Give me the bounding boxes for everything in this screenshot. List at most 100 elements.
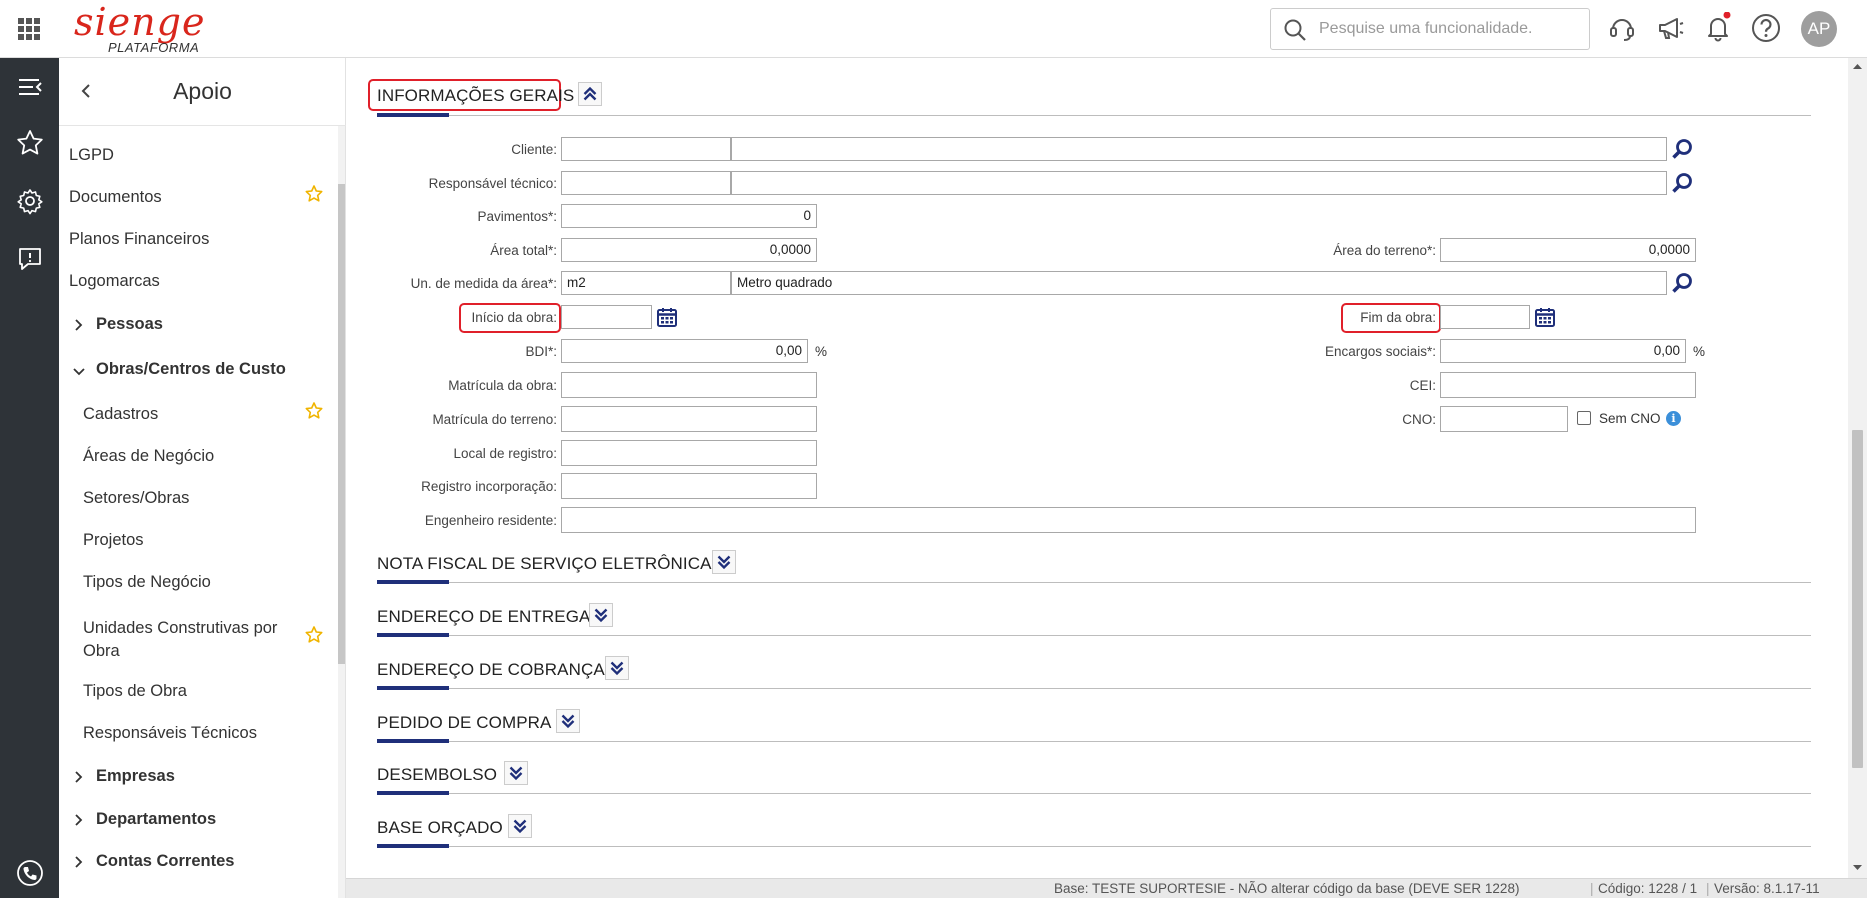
menu-item-unidades-construtivas[interactable]: Unidades Construtivas por Obra: [83, 617, 293, 663]
info-icon[interactable]: i: [1666, 411, 1681, 426]
cei-input[interactable]: [1440, 372, 1696, 398]
main-scroll-thumb[interactable]: [1852, 430, 1863, 768]
section-divider: [377, 793, 1811, 794]
local-registro-input[interactable]: [561, 440, 817, 466]
top-header: sienge PLATAFORMA AP: [0, 0, 1867, 58]
lookup-magnifier-icon[interactable]: [1670, 271, 1694, 295]
section-accent-bar: [377, 633, 449, 637]
encargos-unit: %: [1693, 344, 1706, 359]
notification-bell-icon[interactable]: [1702, 12, 1734, 44]
chevron-right-icon[interactable]: [73, 770, 85, 784]
chevron-right-icon[interactable]: [73, 855, 85, 869]
feedback-message-icon[interactable]: [15, 244, 45, 274]
menu-item-setores-obras[interactable]: Setores/Obras: [83, 489, 189, 508]
menu-group-pessoas[interactable]: Pessoas: [96, 315, 163, 334]
settings-gear-icon[interactable]: [15, 186, 45, 216]
expand-section-icon[interactable]: [712, 550, 736, 574]
feature-search-box[interactable]: [1270, 8, 1590, 50]
favorite-star-icon[interactable]: [304, 625, 324, 645]
section-title-base-orcado: BASE ORÇADO: [377, 818, 503, 837]
expand-section-icon[interactable]: [504, 761, 528, 785]
calendar-icon[interactable]: [656, 306, 678, 328]
cliente-code-input[interactable]: [561, 137, 731, 161]
expand-section-icon[interactable]: [508, 814, 532, 838]
side-menu-title: Apoio: [173, 78, 232, 104]
area-terreno-input[interactable]: 0,0000: [1440, 238, 1696, 262]
menu-item-projetos[interactable]: Projetos: [83, 531, 144, 550]
section-accent-bar: [377, 686, 449, 690]
registro-incorporacao-input[interactable]: [561, 473, 817, 499]
un-medida-name-input[interactable]: Metro quadrado: [731, 271, 1667, 295]
field-label-local-registro: Local de registro:: [453, 446, 557, 461]
scroll-up-arrow-icon[interactable]: [1852, 62, 1863, 70]
side-menu-scroll-thumb[interactable]: [338, 184, 345, 664]
lookup-magnifier-icon[interactable]: [1670, 137, 1694, 161]
phone-icon[interactable]: [15, 858, 45, 888]
help-icon[interactable]: [1750, 12, 1782, 44]
menu-item-tipos-negocio[interactable]: Tipos de Negócio: [83, 573, 211, 592]
chevron-right-icon[interactable]: [73, 813, 85, 827]
menu-item-planos-financeiros[interactable]: Planos Financeiros: [69, 230, 209, 249]
bdi-input[interactable]: 0,00: [561, 339, 808, 363]
menu-group-departamentos[interactable]: Departamentos: [96, 810, 216, 829]
section-accent-bar: [377, 739, 449, 743]
menu-item-logomarcas[interactable]: Logomarcas: [69, 272, 160, 291]
encargos-sociais-input[interactable]: 0,00: [1440, 339, 1686, 363]
menu-item-documentos[interactable]: Documentos: [69, 188, 162, 207]
footer-versao: Versão: 8.1.17-11: [1714, 881, 1820, 896]
responsavel-name-input[interactable]: [731, 171, 1667, 195]
field-label-cei: CEI:: [1409, 378, 1436, 393]
menu-group-obras-centros-custo[interactable]: Obras/Centros de Custo: [96, 360, 286, 379]
menu-toggle-icon[interactable]: [15, 72, 45, 102]
menu-item-areas-negocio[interactable]: Áreas de Negócio: [83, 447, 214, 466]
scroll-down-arrow-icon[interactable]: [1852, 864, 1863, 872]
chevron-down-icon[interactable]: [72, 366, 86, 378]
favorite-star-icon[interactable]: [304, 401, 324, 421]
search-icon: [1284, 19, 1306, 41]
un-medida-code-input[interactable]: m2: [561, 271, 731, 295]
fim-obra-date-input[interactable]: [1440, 305, 1530, 329]
footer-codigo: Código: 1228 / 1: [1598, 881, 1698, 896]
main-scrollbar[interactable]: [1848, 58, 1867, 878]
megaphone-icon[interactable]: [1655, 12, 1687, 44]
section-title-nfse: NOTA FISCAL DE SERVIÇO ELETRÔNICA: [377, 554, 712, 573]
field-label-responsavel-tecnico: Responsável técnico:: [428, 176, 557, 191]
section-title-endereco-cobranca: ENDEREÇO DE COBRANÇA: [377, 660, 605, 679]
menu-item-cadastros[interactable]: Cadastros: [83, 405, 158, 424]
lookup-magnifier-icon[interactable]: [1670, 171, 1694, 195]
search-input[interactable]: [1319, 17, 1579, 41]
collapse-section-icon[interactable]: [578, 82, 602, 106]
pavimentos-input[interactable]: 0: [561, 204, 817, 228]
favorites-star-icon[interactable]: [15, 128, 45, 158]
headset-support-icon[interactable]: [1606, 12, 1638, 44]
cliente-name-input[interactable]: [731, 137, 1667, 161]
calendar-icon[interactable]: [1534, 306, 1556, 328]
sem-cno-checkbox[interactable]: [1577, 411, 1591, 425]
menu-item-responsaveis-tecnicos[interactable]: Responsáveis Técnicos: [83, 724, 257, 743]
expand-section-icon[interactable]: [556, 709, 580, 733]
apps-grid-icon[interactable]: [18, 18, 40, 40]
user-avatar[interactable]: AP: [1801, 11, 1837, 47]
section-title-desembolso: DESEMBOLSO: [377, 765, 498, 784]
logo-main-text: sienge: [74, 0, 206, 44]
menu-item-lgpd[interactable]: LGPD: [69, 146, 114, 165]
chevron-right-icon[interactable]: [73, 318, 85, 332]
expand-section-icon[interactable]: [605, 656, 629, 680]
favorite-star-icon[interactable]: [304, 184, 324, 204]
side-menu-scrollbar[interactable]: [338, 126, 345, 898]
responsavel-code-input[interactable]: [561, 171, 731, 195]
inicio-obra-date-input[interactable]: [561, 305, 652, 329]
cno-input[interactable]: [1440, 406, 1568, 432]
menu-group-empresas[interactable]: Empresas: [96, 767, 175, 786]
menu-group-contas-correntes[interactable]: Contas Correntes: [96, 852, 234, 871]
area-total-input[interactable]: 0,0000: [561, 238, 817, 262]
section-divider: [377, 846, 1811, 847]
matricula-terreno-input[interactable]: [561, 406, 817, 432]
menu-item-tipos-obra[interactable]: Tipos de Obra: [83, 682, 187, 701]
matricula-obra-input[interactable]: [561, 372, 817, 398]
engenheiro-residente-input[interactable]: [561, 507, 1696, 533]
expand-section-icon[interactable]: [589, 603, 613, 627]
field-label-pavimentos: Pavimentos*:: [477, 209, 557, 224]
sienge-logo[interactable]: sienge PLATAFORMA: [70, 0, 210, 55]
section-accent-bar: [377, 844, 449, 848]
